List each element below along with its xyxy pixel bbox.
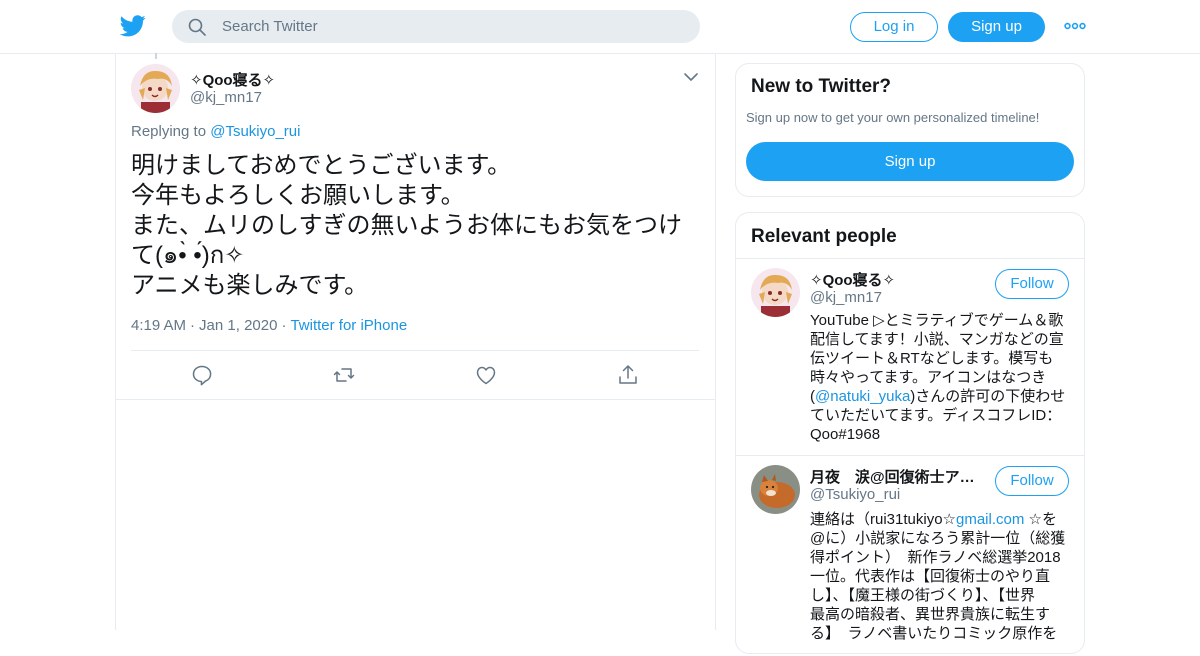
thread-line <box>155 53 157 59</box>
person-bio: YouTube ▷とミラティブでゲーム＆歌 配信してます！小説、マンガなどの宣 … <box>810 311 1072 444</box>
card-title: Relevant people <box>751 226 897 247</box>
search-input[interactable] <box>222 10 682 43</box>
avatar[interactable] <box>131 64 180 113</box>
tweet-handle[interactable]: @kj_mn17 <box>190 89 262 106</box>
bio-line: 伝ツイート＆RTなどします。模写も <box>810 350 1054 367</box>
bio-line: 配信してます！小説、マンガなどの宣 <box>810 331 1064 348</box>
separator-dot: · <box>190 317 196 334</box>
replying-prefix: Replying to <box>131 123 207 140</box>
bio-text: ☆を <box>1024 511 1057 528</box>
separator-dot: · <box>281 317 287 334</box>
follow-button[interactable]: Follow <box>995 466 1069 496</box>
login-button[interactable]: Log in <box>850 12 938 42</box>
avatar[interactable] <box>751 268 800 317</box>
new-to-twitter-card: New to Twitter? Sign up now to get your … <box>735 63 1085 197</box>
tweet-actions <box>116 351 715 400</box>
person-bio: 連絡は（rui31tukiyo☆gmail.com ☆を @に）小説家になろう累… <box>810 510 1072 643</box>
card-signup-button[interactable]: Sign up <box>746 142 1074 181</box>
bio-line: 最高の暗殺者、異世界貴族に転生す <box>810 606 1051 623</box>
tweet-time: 4:19 AM <box>131 317 187 334</box>
twitter-bird-icon[interactable] <box>120 14 146 38</box>
person-handle[interactable]: @kj_mn17 <box>810 289 882 306</box>
bio-line: 連絡は（rui31tukiyo☆gmail.com ☆を <box>810 510 1072 529</box>
like-icon[interactable] <box>474 363 498 387</box>
tweet-text-line: 今年もよろしくお願いします。 <box>131 182 465 209</box>
tweet-date: Jan 1, 2020 <box>199 317 278 334</box>
search-icon <box>188 18 206 36</box>
card-title: New to Twitter? <box>751 76 892 97</box>
person-display-name[interactable]: ✧Qoo寝る✧ <box>810 269 895 290</box>
signup-button[interactable]: Sign up <box>948 12 1045 42</box>
bio-line: YouTube ▷とミラティブでゲーム＆歌 <box>810 312 1064 329</box>
retweet-icon[interactable] <box>332 363 356 387</box>
card-subtitle: Sign up now to get your own personalized… <box>746 110 1040 125</box>
avatar[interactable] <box>751 465 800 514</box>
tweet-text: 明けましておめでとうございます。 今年もよろしくお願いします。 また、ムリのしす… <box>131 151 691 301</box>
bio-line: ていただいてます。ディスコフレID： <box>810 407 1062 424</box>
bio-line: Qoo#1968 <box>810 426 881 443</box>
bio-line: 一位。代表作は【回復術士のやり直 <box>810 568 1051 585</box>
bio-line: 得ポイント） 新作ラノベ総選挙2018 <box>810 549 1061 566</box>
bio-text: )さんの許可の下使わせ <box>910 388 1066 405</box>
more-dots-icon[interactable] <box>1064 18 1086 34</box>
tweet-source-link[interactable]: Twitter for iPhone <box>290 317 407 334</box>
top-bar: Log in Sign up <box>0 0 1200 54</box>
person-item: ✧Qoo寝る✧ @kj_mn17 Follow YouTube ▷とミラティブで… <box>736 259 1084 454</box>
tweet-text-line: また、ムリのしすぎの無いようお体にもお気をつけ <box>131 212 683 239</box>
tweet-text-line: アニメも楽しみです。 <box>131 272 369 299</box>
bio-text: 連絡は（rui31tukiyo☆ <box>810 511 956 528</box>
tweet-text-line: 明けましておめでとうございます。 <box>131 152 512 179</box>
bio-line: る】 ラノベ書いたりコミック原作を <box>810 625 1058 642</box>
tweet-column: ✧Qoo寝る✧ @kj_mn17 Replying to @Tsukiyo_ru… <box>115 53 716 630</box>
follow-button[interactable]: Follow <box>995 269 1069 299</box>
tweet-text-line: て(๑•̀ •́)ก✧ <box>131 242 245 269</box>
bio-line: @に）小説家になろう累計一位（総獲 <box>810 530 1066 547</box>
relevant-people-card: Relevant people ✧Qoo寝る✧ @kj_mn17 Follow … <box>735 212 1085 654</box>
person-handle[interactable]: @Tsukiyo_rui <box>810 486 900 503</box>
tweet-meta: 4:19 AM · Jan 1, 2020 · Twitter for iPhone <box>131 317 407 334</box>
reply-icon[interactable] <box>190 363 214 387</box>
replying-to: Replying to @Tsukiyo_rui <box>131 123 300 140</box>
person-item: 月夜 涙@回復術士ア… @Tsukiyo_rui Follow 連絡は（rui3… <box>736 456 1084 656</box>
search-bar[interactable] <box>172 10 700 43</box>
bio-line: し】、【魔王様の街づくり】、【世界 <box>810 587 1036 604</box>
bio-line: (@natuki_yuka)さんの許可の下使わせ <box>810 387 1072 406</box>
bio-line: 時々やってます。アイコンはなつき <box>810 369 1047 386</box>
bio-link[interactable]: gmail.com <box>956 511 1024 528</box>
chevron-down-icon[interactable] <box>683 70 699 84</box>
share-icon[interactable] <box>616 363 640 387</box>
tweet-display-name[interactable]: ✧Qoo寝る✧ <box>190 69 275 90</box>
replying-to-link[interactable]: @Tsukiyo_rui <box>210 123 300 140</box>
person-display-name[interactable]: 月夜 涙@回復術士ア… <box>810 466 975 487</box>
bio-mention-link[interactable]: @natuki_yuka <box>815 388 910 405</box>
